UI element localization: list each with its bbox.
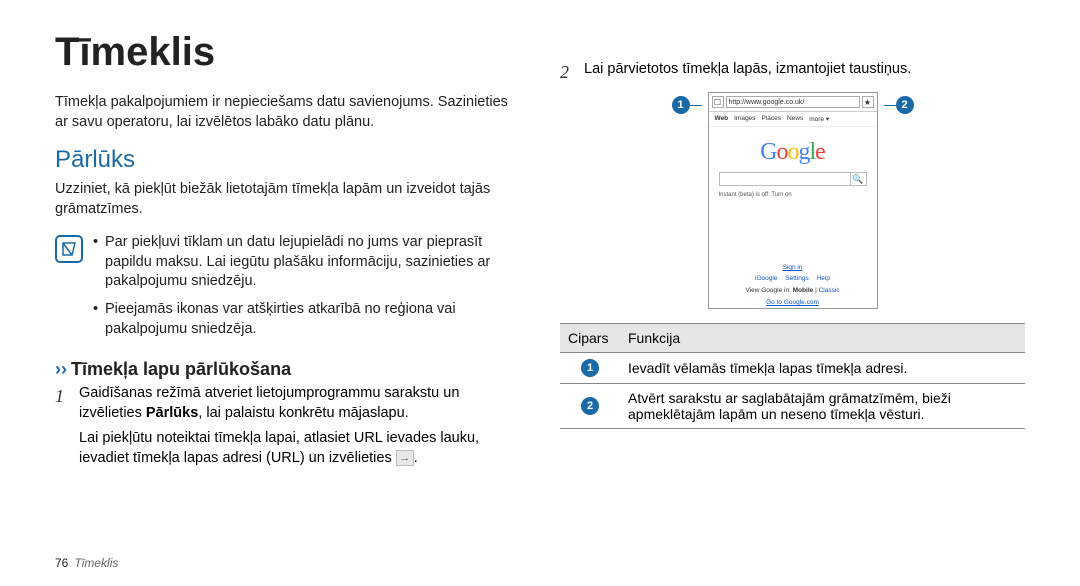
url-input[interactable]: http://www.google.co.uk/ [726,96,860,108]
bookmark-icon[interactable]: ★ [862,96,874,108]
goto-link[interactable]: Go to Google.com [766,299,819,306]
callout-number: 2 [896,96,914,114]
windows-icon[interactable]: ☐ [712,96,724,108]
table-header: Funkcija [620,324,1025,353]
search-icon[interactable]: 🔍 [850,173,866,185]
function-table: Cipars Funkcija 1 Ievadīt vēlamās tīmekļ… [560,323,1025,429]
table-row: 2 Atvērt sarakstu ar saglabātajām grāmat… [560,384,1025,429]
search-input[interactable]: 🔍 [719,172,867,186]
callout-number: 1 [581,359,599,377]
view-mode: View Google in: Mobile | Classic [709,284,877,297]
help-link[interactable]: Help [817,275,830,282]
google-logo: Google [709,127,877,172]
page-title: Tīmeklis [55,30,520,75]
note-icon [55,235,83,263]
instant-text: Instant (beta) is off: Turn on [709,192,877,202]
note-item: Par piekļuvi tīklam un datu lejupielādi … [93,233,520,292]
step-number: 2 [560,60,576,84]
go-icon: → [396,450,414,466]
table-row: 1 Ievadīt vēlamās tīmekļa lapas tīmekļa … [560,353,1025,384]
callout-number: 2 [581,397,599,415]
callout-number: 1 [672,96,690,114]
table-cell: Ievadīt vēlamās tīmekļa lapas tīmekļa ad… [620,353,1025,384]
section-heading: Pārlūks [55,146,520,174]
signin-link[interactable]: Sign in [783,264,803,271]
table-cell: Atvērt sarakstu ar saglabātajām grāmatzī… [620,384,1025,429]
browser-tabs[interactable]: Web Images Places News more ▾ [709,112,877,127]
table-header: Cipars [560,324,620,353]
step-text: Gaidīšanas režīmā atveriet lietojumprogr… [79,384,520,468]
step-text: Lai pārvietotos tīmekļa lapās, izmantoji… [584,60,911,80]
browser-screenshot: 1 ☐ http://www.google.co.uk/ ★ Web Image… [560,92,1025,309]
section-text: Uzziniet, kā piekļūt biežāk lietotajām t… [55,180,520,219]
igoogle-link[interactable]: iGoogle [755,275,777,282]
settings-link[interactable]: Settings [785,275,809,282]
subsection-heading: ››Tīmekļa lapu pārlūkošana [55,359,520,380]
page-footer: 76Tīmeklis [55,556,118,570]
note-item: Pieejamās ikonas var atšķirties atkarībā… [93,300,520,339]
intro-text: Tīmekļa pakalpojumiem ir nepieciešams da… [55,93,520,132]
chevron-icon: ›› [55,359,67,379]
step-number: 1 [55,384,71,408]
